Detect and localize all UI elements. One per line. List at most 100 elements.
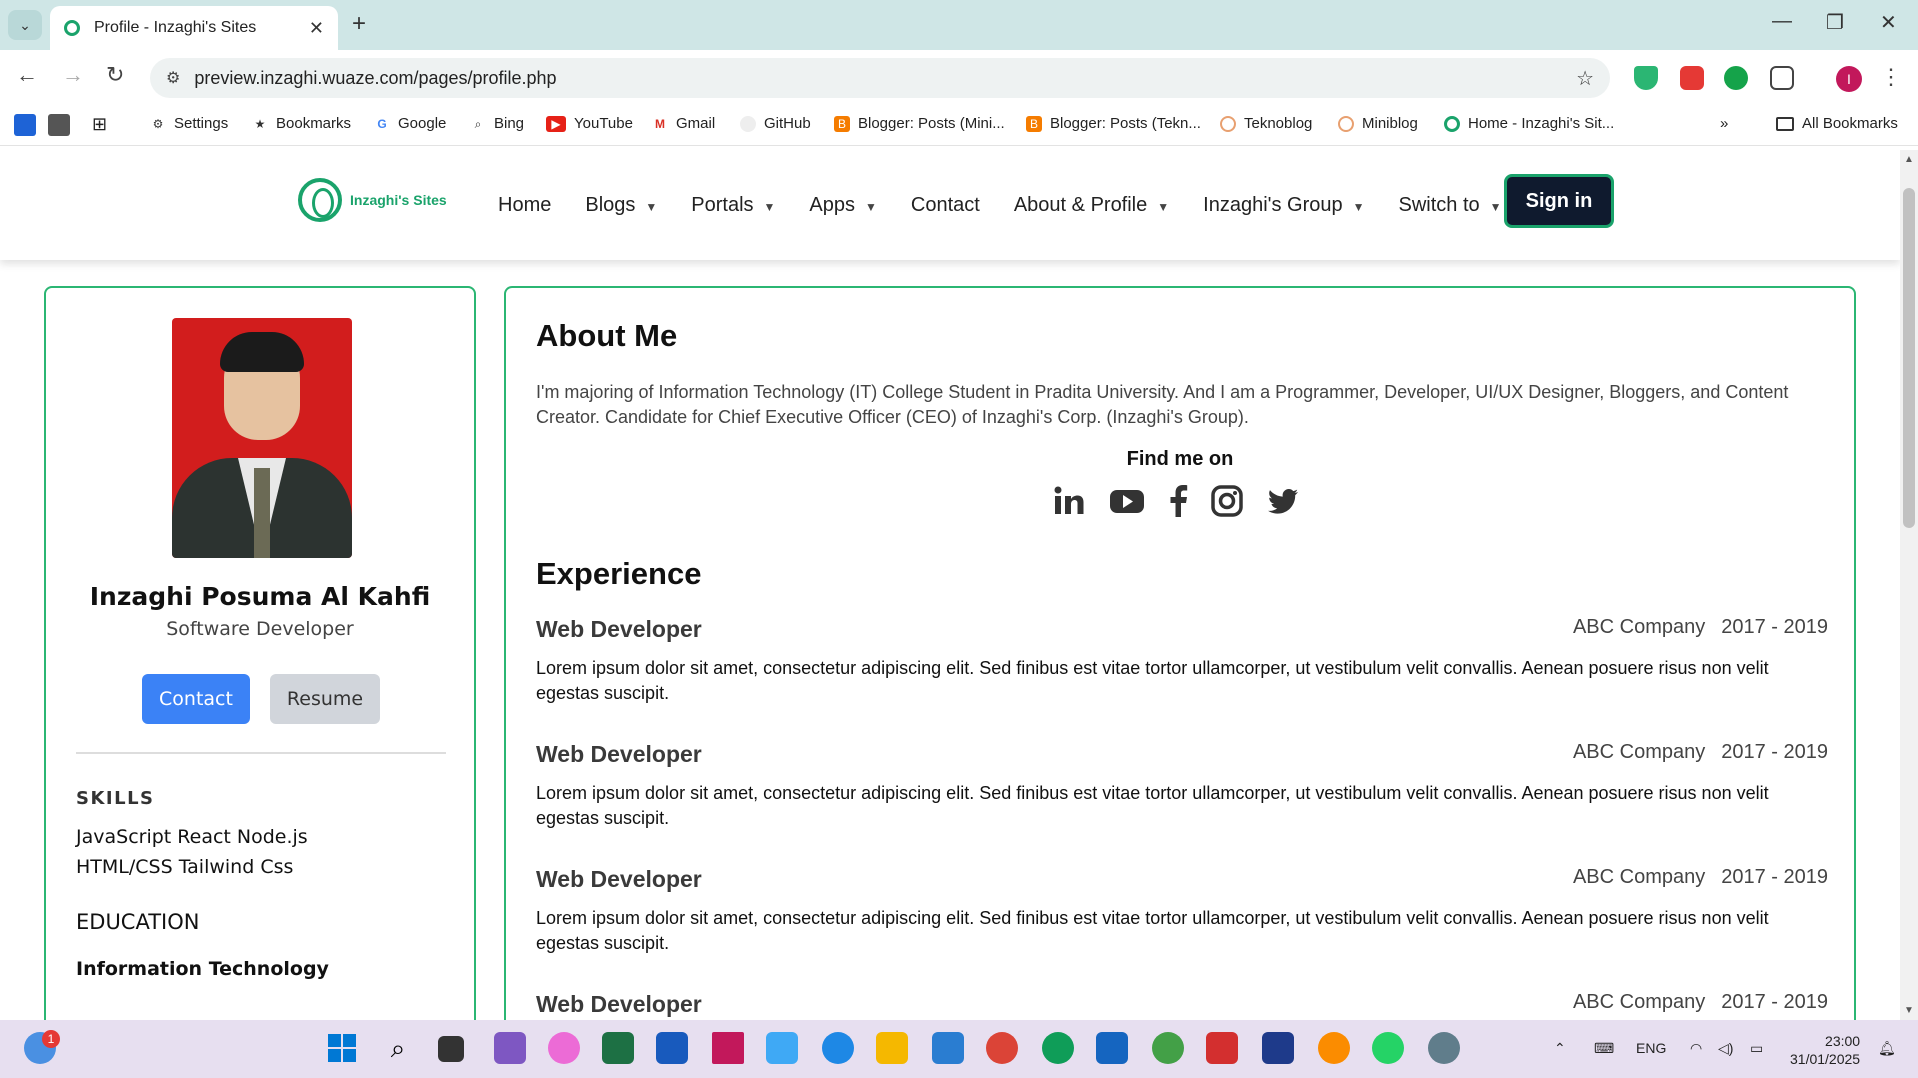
job-period: 2017 - 2019	[1721, 991, 1828, 1013]
minimize-icon[interactable]: —	[1772, 10, 1792, 33]
skills-text: JavaScript React Node.js HTML/CSS Tailwi…	[76, 826, 308, 878]
app-icon[interactable]	[1262, 1032, 1294, 1064]
chrome-icon[interactable]	[986, 1032, 1018, 1064]
bookmark-google[interactable]: G Google	[374, 115, 446, 132]
youtube-icon[interactable]	[1108, 484, 1146, 518]
extensions-puzzle-icon[interactable]	[1770, 66, 1794, 90]
bookmark-settings[interactable]: ⚙ Settings	[150, 115, 229, 132]
bookmark-teknoblog[interactable]: Teknoblog	[1220, 115, 1312, 132]
wifi-icon[interactable]: ◠	[1690, 1040, 1702, 1057]
scroll-down-icon[interactable]: ▼	[1904, 1005, 1914, 1016]
chevron-down-icon: ▼	[1489, 200, 1502, 214]
sign-in-button[interactable]: Sign in	[1504, 174, 1614, 228]
search-icon[interactable]: ⌕	[382, 1032, 414, 1064]
vscode-icon[interactable]	[932, 1032, 964, 1064]
bookmark-blogger-tekn[interactable]: B Blogger: Posts (Tekn...	[1026, 115, 1201, 132]
education-item: Information Technology	[76, 958, 329, 980]
tray-overflow-icon[interactable]: ⌃	[1554, 1040, 1566, 1057]
experience-heading: Experience	[536, 556, 702, 591]
more-bookmarks-icon[interactable]: »	[1720, 115, 1728, 132]
address-bar[interactable]: ⚙ preview.inzaghi.wuaze.com/pages/profil…	[150, 58, 1610, 98]
job-company: ABC Company	[1572, 741, 1706, 763]
bookmark-github[interactable]: GitHub	[740, 115, 811, 132]
grammarly-extension-icon[interactable]	[1724, 66, 1748, 90]
app-icon[interactable]	[1206, 1032, 1238, 1064]
nav-portals[interactable]: Portals ▼	[691, 194, 775, 217]
back-icon[interactable]: ←	[16, 62, 38, 88]
excel-icon[interactable]	[602, 1032, 634, 1064]
copilot-icon[interactable]	[548, 1032, 580, 1064]
contact-button[interactable]: Contact	[142, 674, 250, 724]
tab-search-button[interactable]: ⌄	[8, 10, 42, 40]
bookmark-gmail[interactable]: M Gmail	[652, 115, 715, 132]
adblock-extension-icon[interactable]	[1634, 66, 1658, 90]
bookmark-bing[interactable]: ⌕ Bing	[470, 115, 524, 132]
all-bookmarks[interactable]: All Bookmarks	[1776, 115, 1898, 132]
app-icon-1[interactable]	[14, 114, 44, 136]
chrome-canary-icon[interactable]	[1318, 1032, 1350, 1064]
notepad-icon[interactable]	[1096, 1032, 1128, 1064]
chrome-profile-icon[interactable]	[1042, 1032, 1074, 1064]
job-period: 2017 - 2019	[1721, 741, 1828, 763]
job-description: Lorem ipsum dolor sit amet, consectetur …	[536, 783, 1769, 828]
browser-menu-icon[interactable]: ⋮	[1880, 64, 1902, 90]
instagram-icon[interactable]	[1210, 484, 1244, 518]
bookmark-miniblog[interactable]: Miniblog	[1338, 115, 1418, 132]
page-scrollbar[interactable]: ▲ ▼	[1900, 150, 1918, 1020]
app-icon[interactable]	[766, 1032, 798, 1064]
nav-contact[interactable]: Contact	[911, 194, 980, 217]
job-description: Lorem ipsum dolor sit amet, consectetur …	[536, 658, 1769, 703]
scroll-up-icon[interactable]: ▲	[1904, 154, 1914, 165]
nav-apps[interactable]: Apps ▼	[809, 194, 876, 217]
tab-close-icon[interactable]: ✕	[309, 18, 324, 39]
resume-button[interactable]: Resume	[270, 674, 380, 724]
browser-tab[interactable]: Profile - Inzaghi's Sites ✕	[50, 6, 338, 50]
nav-inzaghis-group[interactable]: Inzaghi's Group ▼	[1203, 194, 1364, 217]
bookmark-bookmarks[interactable]: ★ Bookmarks	[252, 115, 351, 132]
keyboard-icon[interactable]: ⌨	[1594, 1040, 1614, 1057]
m365-icon[interactable]	[494, 1032, 526, 1064]
apps-grid-icon[interactable]: ⊞	[92, 114, 107, 135]
profile-avatar[interactable]: I	[1836, 66, 1862, 92]
chrome-profile-icon[interactable]	[1152, 1032, 1184, 1064]
window-close-icon[interactable]: ✕	[1880, 10, 1897, 35]
bookmark-blogger-mini[interactable]: B Blogger: Posts (Mini...	[834, 115, 1005, 132]
facebook-icon[interactable]	[1168, 484, 1188, 518]
nav-switch-to[interactable]: Switch to ▼	[1399, 194, 1502, 217]
linkedin-icon[interactable]	[1052, 484, 1086, 518]
job-title: Web Developer	[536, 991, 702, 1017]
restore-icon[interactable]: ❐	[1826, 10, 1844, 35]
nav-about-profile[interactable]: About & Profile ▼	[1014, 194, 1169, 217]
notification-bell-icon[interactable]: 🔔︎	[1878, 1040, 1896, 1057]
edge-icon[interactable]	[822, 1032, 854, 1064]
url-text[interactable]: preview.inzaghi.wuaze.com/pages/profile.…	[194, 68, 556, 89]
bookmark-home-inzaghi[interactable]: Home - Inzaghi's Sit...	[1444, 115, 1614, 132]
file-explorer-icon[interactable]	[876, 1032, 908, 1064]
extension-icon[interactable]	[1680, 66, 1704, 90]
task-view-icon[interactable]	[438, 1036, 464, 1062]
profile-card: Inzaghi Posuma Al Kahfi Software Develop…	[44, 286, 476, 1020]
clock[interactable]: 23:00 31/01/2025	[1790, 1032, 1860, 1068]
battery-icon[interactable]: ▭	[1750, 1040, 1763, 1057]
profile-name: Inzaghi Posuma Al Kahfi	[89, 582, 431, 611]
settings-icon[interactable]	[1428, 1032, 1460, 1064]
whatsapp-icon[interactable]	[1372, 1032, 1404, 1064]
nav-home[interactable]: Home	[498, 194, 551, 217]
bookmark-youtube[interactable]: ▶ YouTube	[546, 115, 633, 132]
windows-start-icon[interactable]	[326, 1032, 358, 1064]
volume-icon[interactable]: ◁)	[1718, 1040, 1733, 1057]
bookmark-star-icon[interactable]: ☆	[1576, 66, 1594, 91]
app-icon-2[interactable]	[48, 114, 78, 136]
word-icon[interactable]	[656, 1032, 688, 1064]
scrollbar-thumb[interactable]	[1903, 188, 1915, 528]
reload-icon[interactable]: ↻	[106, 62, 124, 88]
nav-blogs[interactable]: Blogs ▼	[585, 194, 657, 217]
new-tab-button[interactable]: +	[352, 10, 366, 38]
site-info-icon[interactable]: ⚙	[166, 68, 180, 88]
language-indicator[interactable]: ENG	[1636, 1040, 1666, 1056]
globe-logo-icon	[298, 178, 342, 222]
twitter-icon[interactable]	[1266, 484, 1300, 518]
app-icon[interactable]	[712, 1032, 744, 1064]
site-logo[interactable]: Inzaghi's Sites	[298, 178, 447, 222]
forward-icon[interactable]: →	[62, 62, 84, 88]
